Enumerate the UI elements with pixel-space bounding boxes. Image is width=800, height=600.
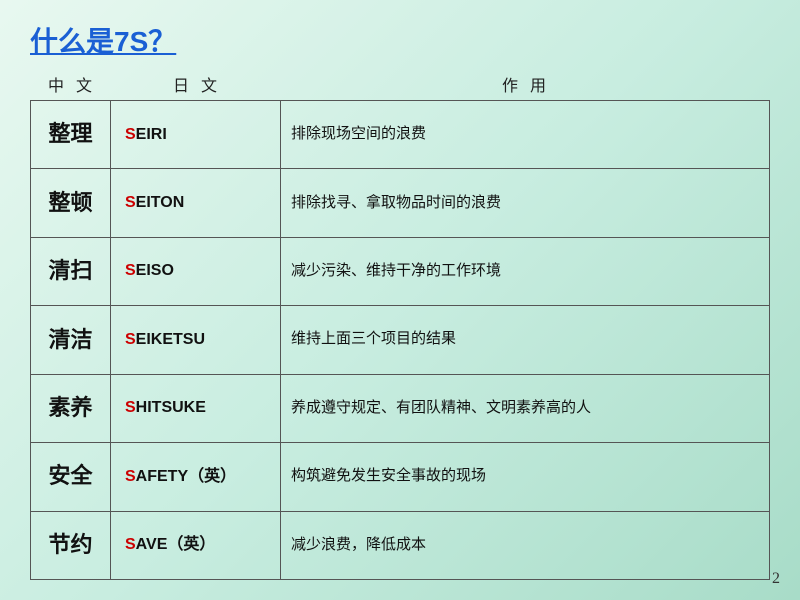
header-chinese: 中 文 xyxy=(32,72,112,96)
cell-japanese: SHITSUKE xyxy=(111,374,281,442)
japanese-rest: EISO xyxy=(136,262,174,279)
cell-effect: 排除找寻、拿取物品时间的浪费 xyxy=(281,169,770,237)
slide-title: 什么是7S？ xyxy=(30,20,770,60)
cell-effect: 减少污染、维持干净的工作环境 xyxy=(281,237,770,305)
japanese-s-letter: S xyxy=(125,331,136,348)
japanese-rest: EIRI xyxy=(136,126,167,143)
cell-japanese: SAVE（英） xyxy=(111,511,281,579)
table-row: 清扫SEISO减少污染、维持干净的工作环境 xyxy=(31,237,770,305)
cell-chinese: 节约 xyxy=(31,511,111,579)
japanese-rest: AFETY（英） xyxy=(136,468,236,485)
cell-chinese: 清扫 xyxy=(31,237,111,305)
cell-effect: 养成遵守规定、有团队精神、文明素养高的人 xyxy=(281,374,770,442)
table-row: 素养SHITSUKE养成遵守规定、有团队精神、文明素养高的人 xyxy=(31,374,770,442)
japanese-s-letter: S xyxy=(125,262,136,279)
cell-japanese: SAFETY（英） xyxy=(111,443,281,511)
cell-chinese: 清洁 xyxy=(31,306,111,374)
page-number: 2 xyxy=(772,570,780,588)
cell-japanese: SEISO xyxy=(111,237,281,305)
cell-japanese: SEIKETSU xyxy=(111,306,281,374)
main-table: 整理SEIRI排除现场空间的浪费整顿SEITON排除找寻、拿取物品时间的浪费清扫… xyxy=(30,100,770,580)
japanese-s-letter: S xyxy=(125,399,136,416)
japanese-rest: HITSUKE xyxy=(136,399,206,416)
table-row: 节约SAVE（英）减少浪费，降低成本 xyxy=(31,511,770,579)
header-effect: 作 用 xyxy=(282,72,770,96)
cell-effect: 构筑避免发生安全事故的现场 xyxy=(281,443,770,511)
cell-effect: 维持上面三个项目的结果 xyxy=(281,306,770,374)
japanese-s-letter: S xyxy=(125,468,136,485)
cell-chinese: 安全 xyxy=(31,443,111,511)
cell-japanese: SEIRI xyxy=(111,101,281,169)
cell-chinese: 整顿 xyxy=(31,169,111,237)
table-header-row: 中 文 日 文 作 用 xyxy=(30,72,770,96)
japanese-s-letter: S xyxy=(125,536,136,553)
japanese-rest: EITON xyxy=(136,194,185,211)
cell-effect: 减少浪费，降低成本 xyxy=(281,511,770,579)
cell-chinese: 整理 xyxy=(31,101,111,169)
table-row: 整理SEIRI排除现场空间的浪费 xyxy=(31,101,770,169)
cell-japanese: SEITON xyxy=(111,169,281,237)
slide-container: 什么是7S？ 中 文 日 文 作 用 整理SEIRI排除现场空间的浪费整顿SEI… xyxy=(0,0,800,600)
table-row: 整顿SEITON排除找寻、拿取物品时间的浪费 xyxy=(31,169,770,237)
cell-chinese: 素养 xyxy=(31,374,111,442)
table-row: 安全SAFETY（英）构筑避免发生安全事故的现场 xyxy=(31,443,770,511)
japanese-s-letter: S xyxy=(125,126,136,143)
japanese-rest: EIKETSU xyxy=(136,331,205,348)
header-japanese: 日 文 xyxy=(112,72,282,96)
japanese-s-letter: S xyxy=(125,194,136,211)
table-row: 清洁SEIKETSU维持上面三个项目的结果 xyxy=(31,306,770,374)
cell-effect: 排除现场空间的浪费 xyxy=(281,101,770,169)
japanese-rest: AVE（英） xyxy=(136,536,216,553)
